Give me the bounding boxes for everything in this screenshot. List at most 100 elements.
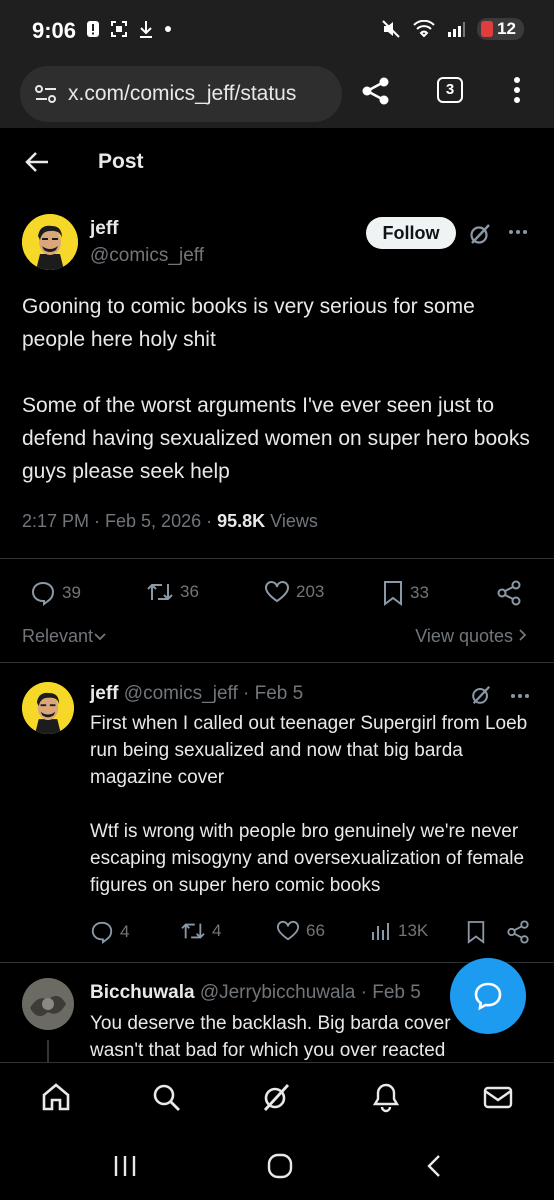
bookmark-button[interactable]: 33 (382, 580, 429, 606)
views-button[interactable]: 13K (370, 920, 428, 942)
reply-header: Bicchuwala @Jerrybicchuwala · Feb 5 (90, 982, 421, 1004)
thread-line (47, 1040, 49, 1062)
kebab-menu-icon[interactable] (512, 76, 522, 104)
author-name[interactable]: jeff (90, 218, 119, 240)
url-bar[interactable]: x.com/comics_jeff/status (20, 66, 342, 122)
repost-button[interactable]: 4 (180, 920, 221, 942)
status-time: 9:06 (32, 18, 77, 43)
reply-count: 39 (62, 583, 81, 602)
avatar[interactable] (22, 978, 74, 1030)
chevron-right-icon (519, 629, 527, 641)
mute-icon (382, 20, 400, 38)
repost-button[interactable]: 36 (146, 580, 199, 604)
dot-icon (165, 26, 171, 32)
like-button[interactable]: 203 (264, 580, 324, 604)
alert-icon (87, 21, 99, 37)
reply-body: First when I called out teenager Supergi… (90, 710, 530, 926)
share-post-button[interactable] (496, 580, 522, 606)
views-icon (372, 923, 389, 940)
like-button[interactable]: 66 (276, 920, 325, 942)
post-body: Gooning to comic books is very serious f… (22, 290, 532, 521)
like-icon (277, 920, 299, 941)
bookmark-button[interactable] (466, 920, 486, 944)
divider (0, 558, 554, 559)
screenshot-icon (111, 21, 127, 37)
url-text[interactable]: x.com/comics_jeff/status (68, 82, 296, 106)
avatar[interactable] (22, 682, 74, 734)
share-post-icon (507, 920, 529, 944)
browser-toolbar: x.com/comics_jeff/status 3 (0, 60, 554, 128)
post-paragraph: Gooning to comic books is very serious f… (22, 295, 475, 351)
divider (0, 662, 554, 663)
share-icon[interactable] (360, 76, 392, 106)
messages-icon[interactable] (482, 1081, 514, 1113)
status-right-icons: 12 (381, 18, 524, 40)
share-post-icon (497, 580, 521, 606)
sort-label: Relevant (22, 626, 94, 646)
repost-icon (147, 583, 173, 601)
avatar[interactable] (22, 214, 78, 270)
status-bar: 9:06 12 (0, 0, 554, 60)
follow-button[interactable]: Follow (366, 217, 456, 249)
like-count: 203 (296, 582, 325, 601)
grok-icon[interactable] (468, 222, 492, 246)
search-icon[interactable] (150, 1081, 182, 1113)
repost-count: 4 (212, 921, 222, 940)
reply-count: 4 (120, 922, 130, 941)
like-icon (265, 581, 289, 603)
repost-count: 36 (180, 582, 199, 601)
avatar-cartoon-icon (22, 682, 74, 734)
share-post-button[interactable] (506, 920, 530, 944)
avatar-cartoon-icon (22, 214, 78, 270)
system-navigation (0, 1134, 554, 1200)
more-icon[interactable] (508, 222, 528, 242)
page-title: Post (98, 150, 144, 173)
view-quotes-link[interactable]: View quotes (415, 626, 528, 647)
grok-nav-icon[interactable] (260, 1081, 292, 1113)
reply-icon (91, 921, 113, 944)
reply-handle-date[interactable]: @Jerrybicchuwala · Feb 5 (195, 982, 421, 1003)
post-metadata: 2:17 PM · Feb 5, 2026 · 95.8K Views (22, 511, 318, 532)
home-button-icon[interactable] (266, 1152, 294, 1180)
chat-fab-button[interactable] (450, 958, 526, 1034)
sort-relevant-dropdown[interactable]: Relevant (22, 626, 107, 647)
reply-header: jeff @comics_jeff · Feb 5 (90, 683, 303, 705)
home-icon[interactable] (40, 1081, 72, 1113)
reply-body: You deserve the backlash. Big barda cove… (90, 1013, 451, 1061)
views-label: Views (265, 511, 318, 531)
author-handle[interactable]: @comics_jeff (90, 245, 204, 267)
battery-indicator: 12 (477, 18, 524, 40)
repost-icon (181, 923, 205, 939)
reply-paragraph: Wtf is wrong with people bro genuinely w… (90, 821, 525, 896)
reply-button[interactable]: 4 (90, 920, 129, 944)
view-quotes-label: View quotes (415, 626, 513, 646)
bookmark-icon (384, 581, 402, 606)
bottom-navigation (0, 1062, 554, 1134)
reply-icon (31, 581, 55, 606)
recent-apps-icon[interactable] (112, 1152, 138, 1180)
reply-author-name[interactable]: jeff (90, 683, 119, 704)
grok-icon[interactable] (470, 684, 492, 706)
reply-author-name[interactable]: Bicchuwala (90, 982, 195, 1003)
site-settings-icon[interactable] (34, 83, 58, 105)
wifi-icon (413, 20, 435, 38)
download-icon (140, 21, 152, 38)
back-button-icon[interactable] (424, 1152, 444, 1180)
notifications-icon[interactable] (370, 1081, 402, 1113)
back-arrow-icon[interactable] (24, 150, 50, 174)
chevron-down-icon (94, 633, 106, 641)
post-timestamp[interactable]: 2:17 PM · Feb 5, 2026 · (22, 511, 217, 531)
like-count: 66 (306, 921, 325, 940)
reply-button[interactable]: 39 (30, 580, 81, 606)
post-paragraph: Some of the worst arguments I've ever se… (22, 394, 530, 483)
views-count: 13K (398, 921, 429, 940)
signal-icon (448, 22, 466, 37)
avatar-photo-icon (22, 978, 74, 1030)
reply-handle-date[interactable]: @comics_jeff · Feb 5 (119, 683, 303, 704)
compose-chat-icon (474, 982, 502, 1011)
tabs-icon[interactable]: 3 (437, 77, 463, 103)
more-icon[interactable] (510, 686, 530, 706)
views-count: 95.8K (217, 511, 266, 531)
bookmark-icon (467, 921, 485, 944)
page-header: Post (0, 128, 554, 200)
